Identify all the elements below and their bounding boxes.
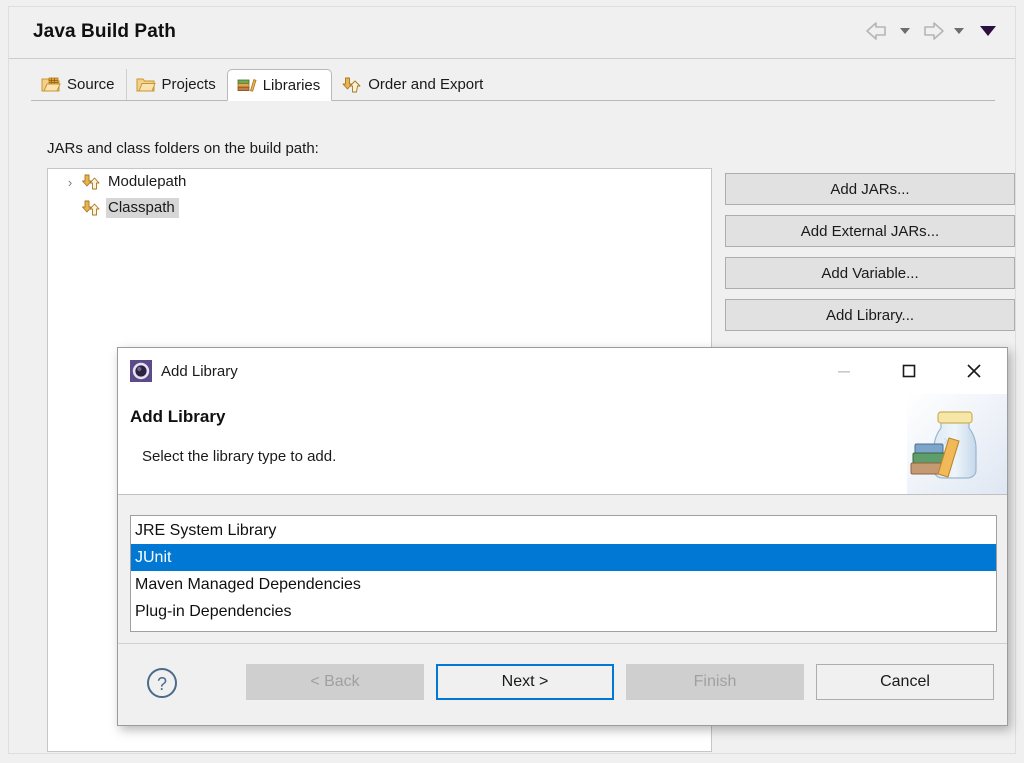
close-icon[interactable] <box>951 348 997 394</box>
tree-item-modulepath-label: Modulepath <box>108 173 187 190</box>
back-dropdown-caret-icon[interactable] <box>896 18 914 44</box>
tree-item-classpath[interactable]: Classpath <box>48 195 711 221</box>
chevron-right-icon[interactable]: › <box>62 175 78 190</box>
tab-order-and-export-label: Order and Export <box>368 76 484 93</box>
tab-projects-label: Projects <box>161 76 216 93</box>
eclipse-logo-icon <box>130 360 152 382</box>
list-item-maven-managed-dependencies[interactable]: Maven Managed Dependencies <box>131 571 996 598</box>
source-folder-icon <box>41 76 61 94</box>
add-jars-button[interactable]: Add JARs... <box>725 173 1015 205</box>
next-button[interactable]: Next > <box>436 664 614 700</box>
cancel-button[interactable]: Cancel <box>816 664 994 700</box>
add-external-jars-button[interactable]: Add External JARs... <box>725 215 1015 247</box>
jar-with-books-icon <box>789 394 1007 494</box>
back-arrow-icon[interactable] <box>863 18 893 44</box>
tree-item-modulepath[interactable]: › Modulepath <box>48 169 711 195</box>
dialog-heading: Add Library <box>130 407 226 426</box>
list-item-label: JRE System Library <box>135 521 277 539</box>
dialog-title: Add Library <box>161 362 238 380</box>
help-question-icon[interactable]: ? <box>145 666 179 700</box>
list-item-junit[interactable]: JUnit <box>131 544 996 571</box>
dialog-buttons: < Back Next > Finish Cancel <box>246 664 994 700</box>
list-item-label: Maven Managed Dependencies <box>135 575 361 593</box>
forward-dropdown-caret-icon[interactable] <box>950 18 968 44</box>
order-export-arrows-icon <box>342 76 362 94</box>
list-item-label: JUnit <box>135 548 172 566</box>
tab-source[interactable]: Source <box>31 69 126 100</box>
dialog-header: Add Library Select the library type to a… <box>118 394 1007 495</box>
add-library-dialog: Add Library Add Library Select the libra… <box>117 347 1008 726</box>
page-title: Java Build Path <box>33 21 176 42</box>
tab-libraries[interactable]: Libraries <box>226 69 333 101</box>
maximize-icon[interactable] <box>886 348 932 394</box>
tab-libraries-label: Libraries <box>262 76 321 94</box>
build-path-description: JARs and class folders on the build path… <box>47 140 319 157</box>
dialog-subtitle: Select the library type to add. <box>142 448 337 465</box>
dialog-footer: ? < Back Next > Finish Cancel <box>118 643 1007 725</box>
forward-arrow-icon[interactable] <box>917 18 947 44</box>
path-arrows-icon <box>82 173 102 191</box>
page-title-bar: Java Build Path <box>9 7 1015 59</box>
svg-text:?: ? <box>157 674 167 694</box>
build-path-side-buttons: Add JARs... Add External JARs... Add Var… <box>725 173 1015 331</box>
add-variable-button[interactable]: Add Variable... <box>725 257 1015 289</box>
list-item-plug-in-dependencies[interactable]: Plug-in Dependencies <box>131 598 996 625</box>
libraries-books-icon <box>237 76 257 94</box>
path-arrows-icon <box>82 199 102 217</box>
list-item-label: Plug-in Dependencies <box>135 602 292 620</box>
build-path-tabs: Source Projects Libraries Order and Expo… <box>31 69 995 101</box>
tab-projects[interactable]: Projects <box>125 69 227 100</box>
tab-source-label: Source <box>67 76 115 93</box>
view-menu-triangle-icon[interactable] <box>975 18 1001 44</box>
dialog-title-bar: Add Library <box>118 348 1007 394</box>
back-button[interactable]: < Back <box>246 664 424 700</box>
minimize-icon[interactable] <box>821 348 867 394</box>
page-nav-icons <box>863 18 1001 44</box>
list-item-jre-system-library[interactable]: JRE System Library <box>131 517 996 544</box>
tab-order-and-export[interactable]: Order and Export <box>332 69 495 100</box>
tree-item-classpath-label: Classpath <box>106 198 179 218</box>
add-library-button[interactable]: Add Library... <box>725 299 1015 331</box>
projects-folder-icon <box>136 76 156 94</box>
library-type-list[interactable]: JRE System Library JUnit Maven Managed D… <box>130 515 997 632</box>
finish-button[interactable]: Finish <box>626 664 804 700</box>
